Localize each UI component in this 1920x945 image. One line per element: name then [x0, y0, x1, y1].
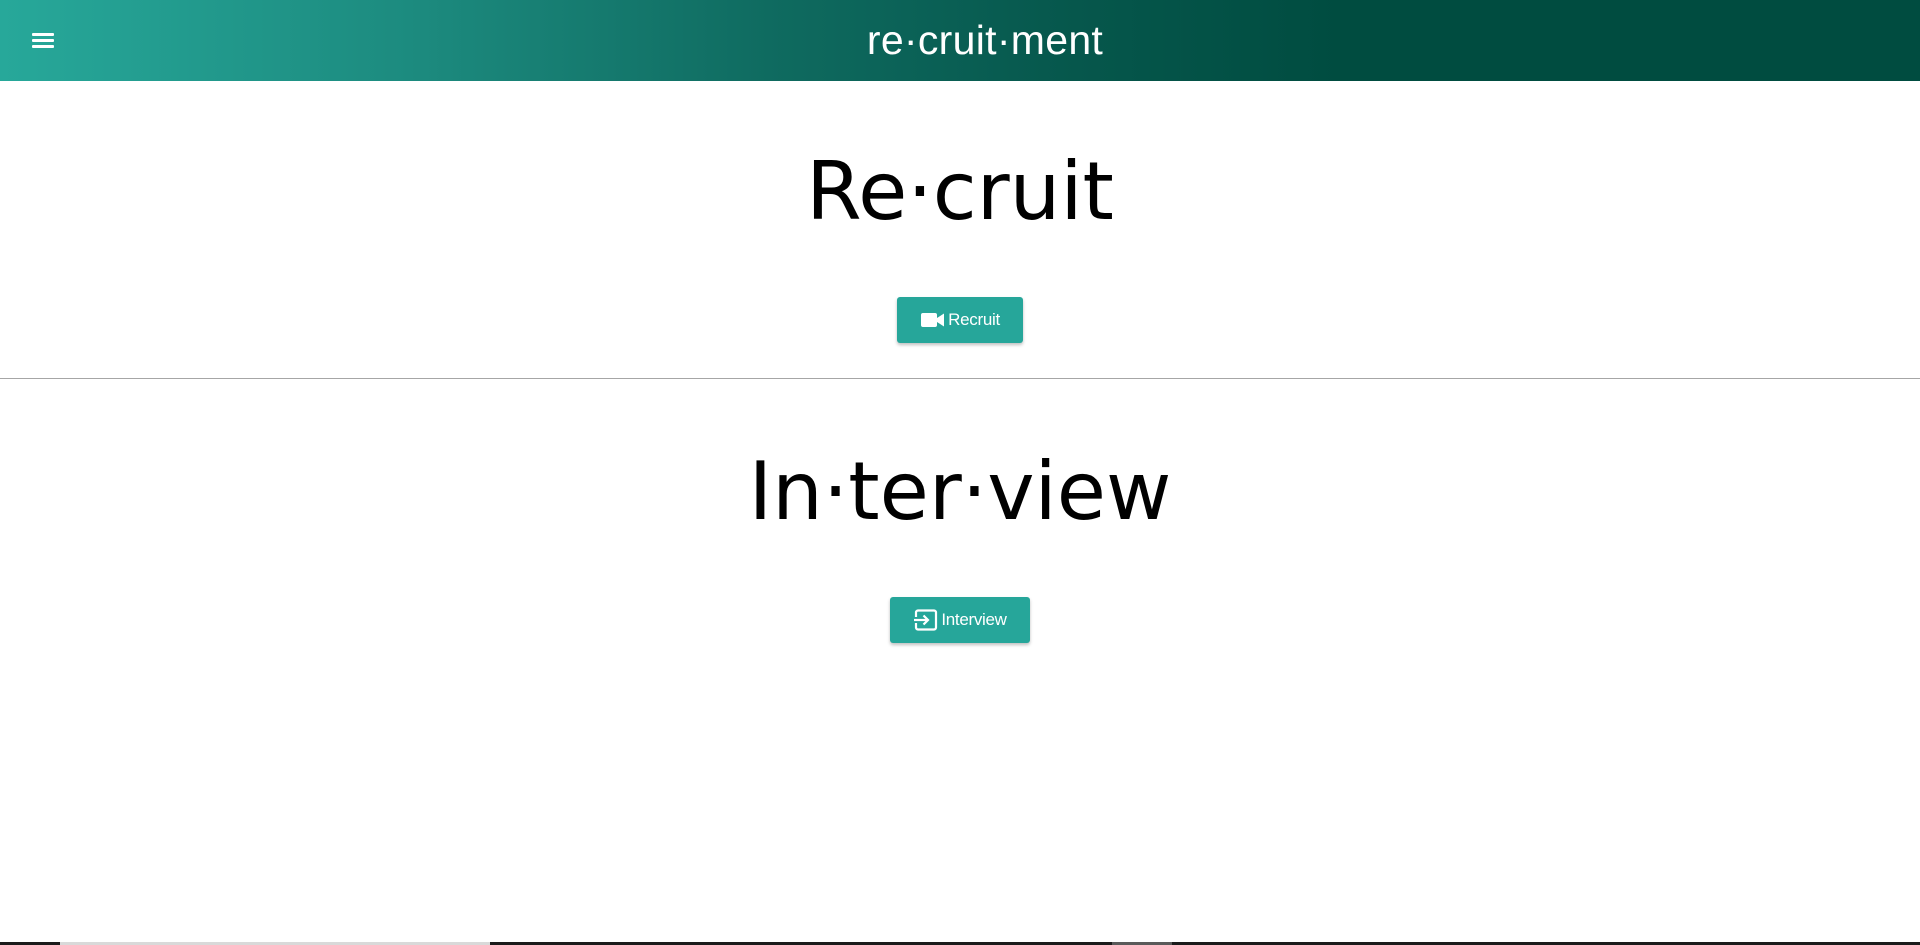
- login-enter-icon: [913, 608, 939, 632]
- recruit-button-label: Recruit: [948, 310, 1000, 329]
- recruit-button[interactable]: Recruit: [897, 297, 1023, 343]
- interview-heading: In·ter·view: [748, 445, 1172, 538]
- app-title: re·cruit·ment: [866, 17, 1104, 63]
- interview-button-label: Interview: [941, 610, 1007, 629]
- interview-button[interactable]: Interview: [890, 597, 1030, 643]
- top-app-bar: re·cruit·ment: [0, 0, 1920, 81]
- section-divider: [0, 378, 1920, 379]
- videocam-icon: [920, 310, 946, 330]
- recruit-heading: Re·cruit: [806, 145, 1114, 238]
